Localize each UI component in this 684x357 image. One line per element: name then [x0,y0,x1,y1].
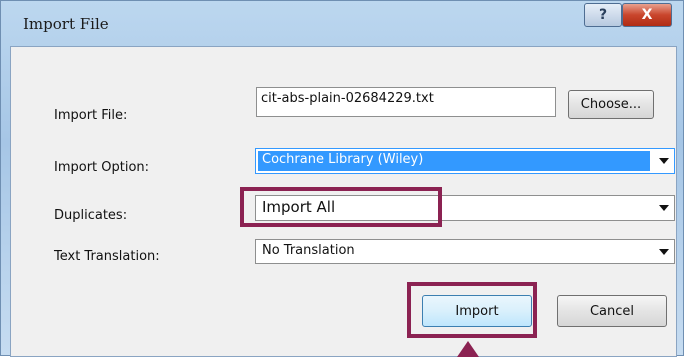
dialog-body: Import File: cit-abs-plain-02684229.txt … [10,46,677,357]
import-option-label: Import Option: [54,160,150,175]
help-button[interactable]: ? [584,3,622,27]
close-button[interactable]: X [622,3,672,27]
choose-button[interactable]: Choose... [568,90,654,119]
chevron-down-icon [659,158,669,164]
dialog-window: Import File ? X Import File: cit-abs-pla… [0,0,684,357]
cancel-button[interactable]: Cancel [557,295,667,327]
text-translation-select[interactable]: No Translation [255,239,675,264]
title-bar[interactable]: Import File ? X [1,1,684,45]
text-translation-label: Text Translation: [54,249,160,264]
import-file-label: Import File: [54,108,128,123]
text-translation-value: No Translation [262,243,355,258]
import-option-value: Cochrane Library (Wiley) [262,152,424,167]
chevron-down-icon [659,249,669,255]
duplicates-label: Duplicates: [54,208,128,223]
window-title: Import File [23,15,109,33]
import-file-input[interactable]: cit-abs-plain-02684229.txt [256,87,556,117]
chevron-down-icon [659,205,669,211]
duplicates-highlight-box [240,187,442,227]
pointer-arrow-icon [457,341,479,357]
import-highlight-box [407,282,537,338]
import-option-select[interactable]: Cochrane Library (Wiley) [255,148,675,174]
